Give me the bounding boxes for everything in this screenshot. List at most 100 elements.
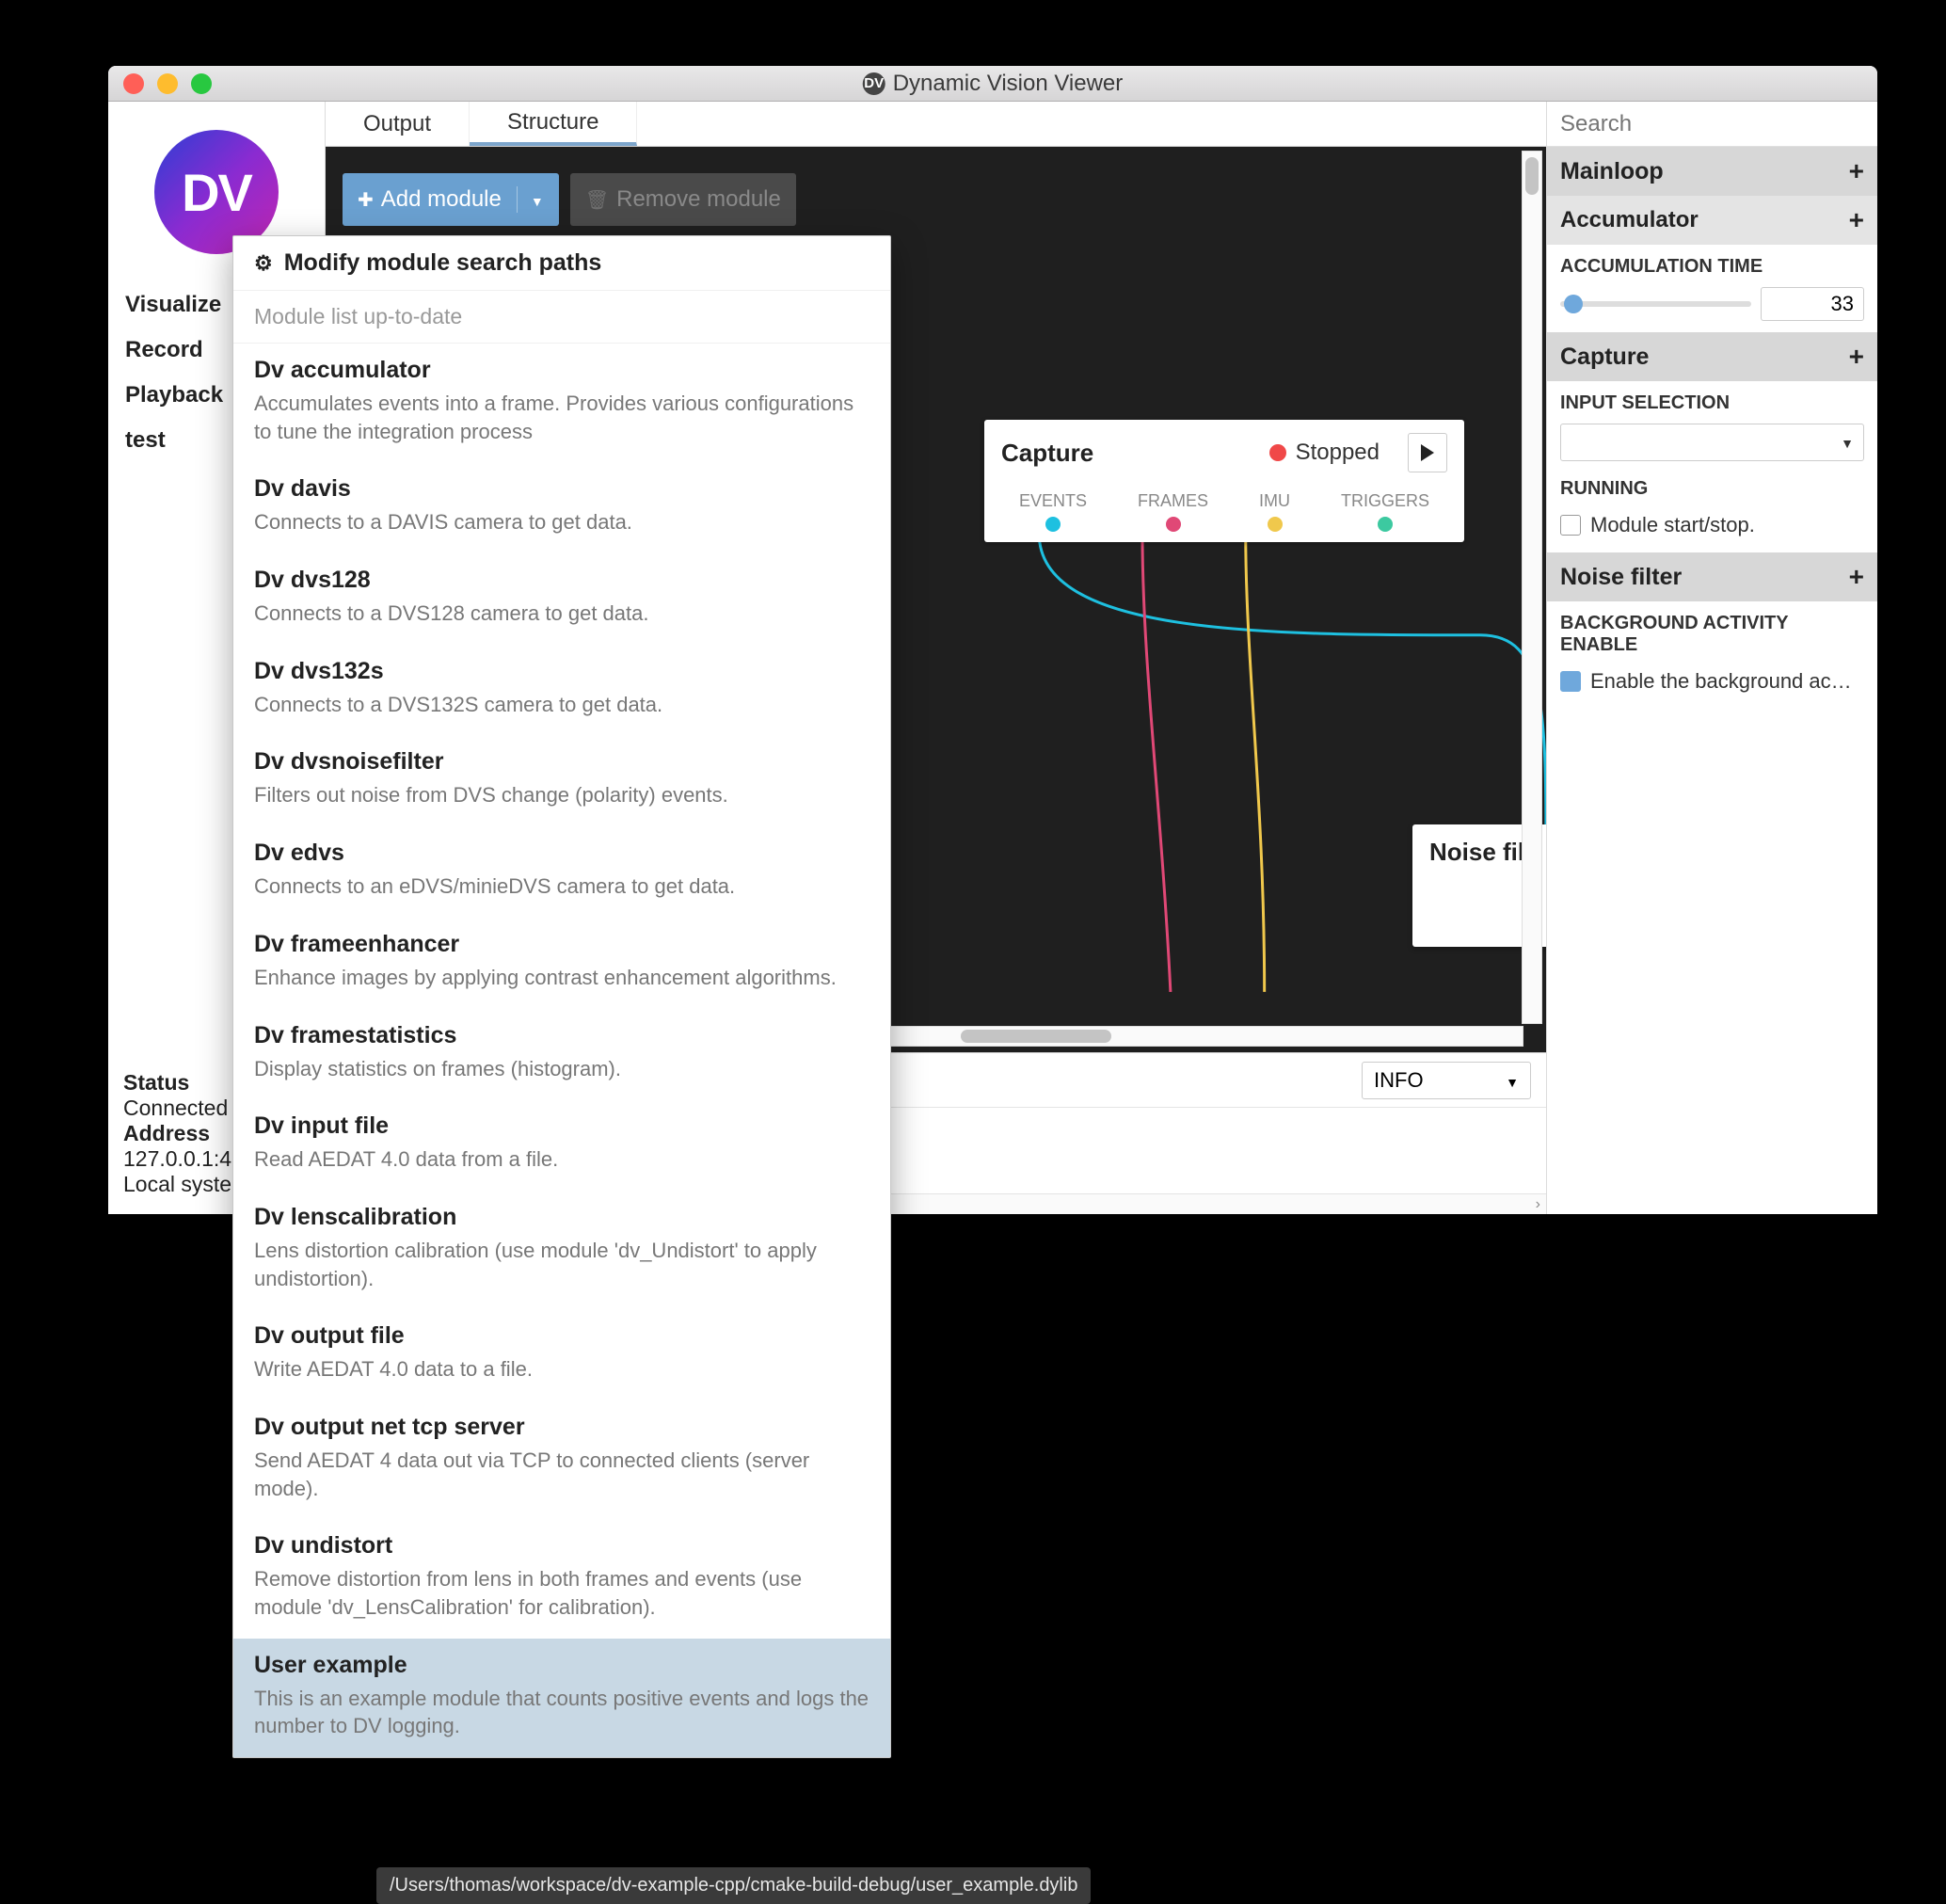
module-item-desc: This is an example module that counts po… [254,1685,869,1740]
module-item-name: Dv dvsnoisefilter [254,748,869,776]
tab-bar: Output Structure [326,102,1546,147]
play-button[interactable] [1408,433,1447,472]
module-item[interactable]: Dv input fileRead AEDAT 4.0 data from a … [233,1099,890,1191]
module-item-desc: Enhance images by applying contrast enha… [254,964,869,992]
module-item-desc: Send AEDAT 4 data out via TCP to connect… [254,1447,869,1502]
node-noise-filter-title: Noise fil [1429,838,1524,866]
input-selection-label: INPUT SELECTION [1560,392,1864,414]
input-selection-select[interactable] [1560,424,1864,461]
module-item-name: Dv dvs132s [254,658,869,685]
titlebar: DV Dynamic Vision Viewer [108,66,1877,102]
chevron-down-icon [1506,1068,1519,1093]
module-item-desc: Connects to a DVS132S camera to get data… [254,691,869,719]
module-item[interactable]: Dv davis Connects to a DAVIS camera to ge… [233,462,890,553]
modify-search-paths-item[interactable]: Modify module search paths [233,236,890,291]
tab-output[interactable]: Output [326,102,470,146]
module-item[interactable]: Dv framestatistics Display statistics on … [233,1009,890,1100]
section-capture[interactable]: Capture+ [1547,332,1877,381]
plus-icon [358,186,374,213]
module-item-name: Dv davis [254,475,869,503]
module-item[interactable]: Dv lenscalibration Lens distortion calibr… [233,1191,890,1309]
module-item-desc: Connects to a DAVIS camera to get data. [254,508,869,536]
section-mainloop[interactable]: Mainloop+ [1547,147,1877,196]
app-window: DV Dynamic Vision Viewer DV Visualize Re… [108,66,1877,1214]
module-item-name: Dv output file [254,1322,869,1350]
module-item-name: Dv lenscalibration [254,1204,869,1231]
module-item-desc: Connects to an eDVS/minieDVS camera to g… [254,872,869,901]
chevron-down-icon [517,186,544,213]
module-item-name: Dv undistort [254,1532,869,1560]
minimize-icon[interactable] [157,73,178,94]
window-title-text: Dynamic Vision Viewer [893,71,1124,97]
expand-icon: + [1849,205,1864,235]
bg-activity-enable-label: BACKGROUND ACTIVITY ENABLE [1560,613,1864,656]
port-triggers[interactable]: TRIGGERS [1341,491,1429,532]
section-accumulator[interactable]: Accumulator+ [1547,196,1877,245]
module-item[interactable]: Dv undistort Remove distortion from lens … [233,1519,890,1638]
module-item-desc: Read AEDAT 4.0 data from a file. [254,1145,869,1174]
add-module-button[interactable]: Add module [343,173,559,226]
remove-module-button[interactable]: Remove module [570,173,796,226]
port-dot-icon [1166,517,1181,532]
status-value: Connected [123,1096,228,1121]
maximize-icon[interactable] [191,73,212,94]
port-dot-icon [1268,517,1283,532]
port-events[interactable]: EVENTS [1019,491,1087,532]
module-item-name: User example [254,1652,869,1679]
module-item[interactable]: Dv edvs Connects to an eDVS/minieDVS came… [233,826,890,918]
module-item-name: Dv dvs128 [254,567,869,594]
canvas-vertical-scrollbar[interactable] [1522,151,1542,1024]
running-label: RUNNING [1560,478,1864,500]
module-item-desc: Write AEDAT 4.0 data to a file. [254,1355,869,1384]
add-module-label: Add module [381,186,502,213]
module-item-desc: Accumulates events into a frame. Provide… [254,390,869,445]
accumulation-time-label: ACCUMULATION TIME [1560,256,1864,278]
module-item-desc: Remove distortion from lens in both fram… [254,1565,869,1621]
window-controls [108,73,212,94]
module-item-desc: Lens distortion calibration (use module … [254,1237,869,1292]
accumulation-time-slider[interactable] [1560,301,1751,307]
module-item-name: Dv frameenhancer [254,931,869,958]
module-item-name: Dv accumulator [254,357,869,384]
port-dot-icon [1378,517,1393,532]
add-module-dropdown: Modify module search paths Module list u… [232,235,891,1758]
module-item-name: Dv output net tcp server [254,1414,869,1441]
expand-icon: + [1849,562,1864,592]
port-frames[interactable]: FRAMES [1138,491,1208,532]
remove-module-label: Remove module [616,186,781,213]
module-list-status: Module list up-to-date [233,291,890,344]
stopped-dot-icon [1269,444,1286,461]
module-item-name: Dv edvs [254,840,869,867]
search-input[interactable] [1560,111,1864,137]
module-item-desc: Display statistics on frames (histogram)… [254,1055,869,1083]
module-item[interactable]: Dv dvs132s Connects to a DVS132S camera t… [233,645,890,736]
log-level-value: INFO [1374,1068,1424,1093]
trash-icon [585,186,609,213]
port-imu[interactable]: IMU [1259,491,1290,532]
accumulation-time-input[interactable] [1761,287,1864,321]
section-noise-filter[interactable]: Noise filter+ [1547,552,1877,601]
module-item-desc: Connects to a DVS128 camera to get data. [254,600,869,628]
gear-icon [254,249,273,277]
port-dot-icon [1045,517,1061,532]
module-item-name: Dv framestatistics [254,1022,869,1049]
app-icon: DV [863,72,885,95]
module-item[interactable]: Dv frameenhancer Enhance images by applyi… [233,918,890,1009]
module-item[interactable]: Dv output file Write AEDAT 4.0 data to a … [233,1309,890,1400]
running-checkbox[interactable]: Module start/stop. [1560,509,1864,541]
expand-icon: + [1849,342,1864,372]
node-capture[interactable]: Capture Stopped EVENTS FRAMES IMU TRIGGE… [984,420,1464,542]
tab-structure[interactable]: Structure [470,102,637,146]
module-item[interactable]: Dv output net tcp server Send AEDAT 4 dat… [233,1400,890,1519]
bg-activity-enable-checkbox[interactable]: Enable the background ac… [1560,665,1864,697]
module-item[interactable]: Dv dvs128 Connects to a DVS128 camera to … [233,553,890,645]
log-level-select[interactable]: INFO [1362,1062,1531,1099]
module-item[interactable]: Dv dvsnoisefilterFilters out noise from … [233,735,890,826]
search-box[interactable] [1547,102,1877,147]
module-item[interactable]: User example This is an example module th… [233,1639,890,1757]
window-title: DV Dynamic Vision Viewer [863,71,1124,97]
close-icon[interactable] [123,73,144,94]
properties-panel: Mainloop+ Accumulator+ ACCUMULATION TIME… [1546,102,1877,1214]
module-item[interactable]: Dv accumulator Accumulates events into a … [233,344,890,462]
chevron-down-icon [1841,431,1854,454]
